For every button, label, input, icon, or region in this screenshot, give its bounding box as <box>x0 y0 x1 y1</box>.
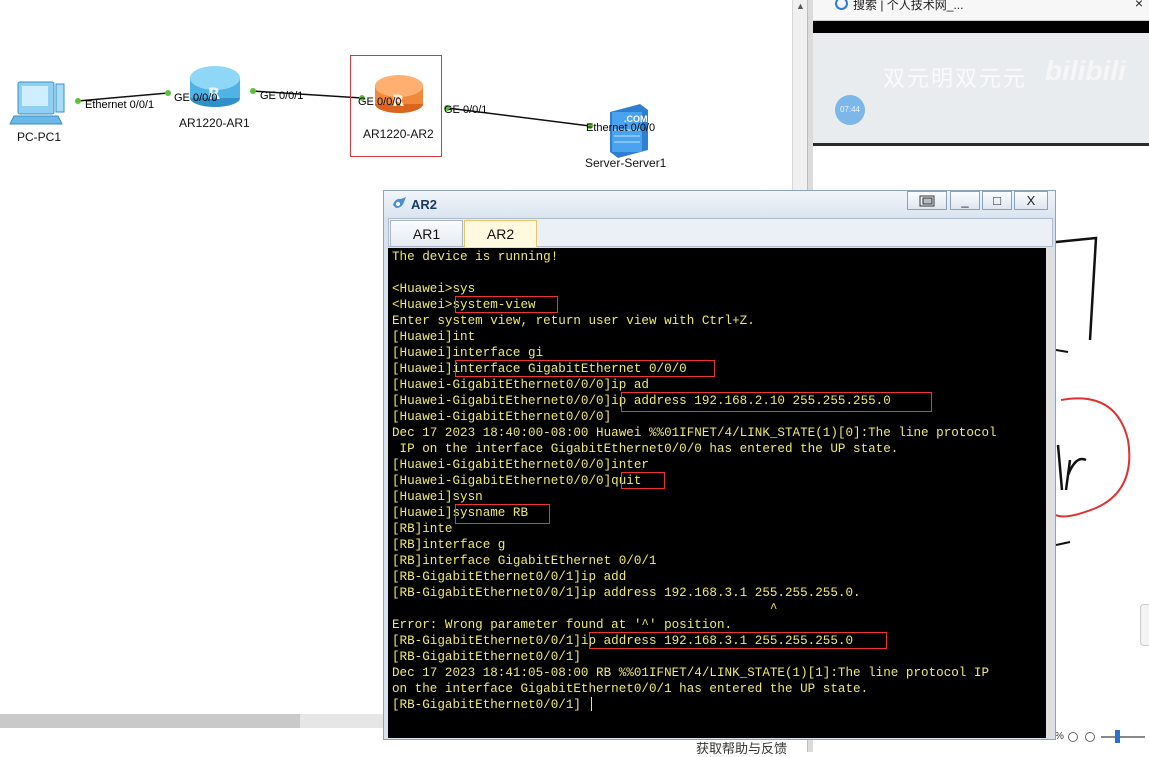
bottom-strip <box>0 728 384 752</box>
console-line: [Huawei-GigabitEthernet0/0/0]inter <box>392 458 649 472</box>
port-dot <box>75 98 81 104</box>
zoom-in-icon[interactable] <box>1085 732 1095 742</box>
node-label-server1[interactable]: Server-Server1 <box>585 156 666 170</box>
zoom-slider[interactable] <box>1101 736 1145 738</box>
console-line: <Huawei>sys <box>392 282 476 296</box>
console-line: on the interface GigabitEthernet0/0/1 ha… <box>392 682 869 696</box>
browser-tab-bar[interactable]: 搜索 | 个人技术网_... × <box>813 0 1149 21</box>
console-line: Dec 17 2023 18:41:05-08:00 RB %%01IFNET/… <box>392 666 990 680</box>
port-label-ar2-ge001: GE 0/0/1 <box>444 104 488 116</box>
close-button[interactable]: X <box>1014 191 1048 210</box>
restore-icon <box>919 195 935 207</box>
console-line: The device is running! <box>392 250 559 264</box>
zoom-controls: % <box>1055 727 1149 752</box>
console-line: Dec 17 2023 18:40:00-08:00 Huawei %%01IF… <box>392 426 997 440</box>
video-watermark: 双元明双元元 <box>883 67 1028 92</box>
console-line: [RB-GigabitEthernet0/0/1] <box>392 698 581 712</box>
highlight-system-view <box>455 296 558 313</box>
console-line: [Huawei-GigabitEthernet0/0/0] <box>392 410 612 424</box>
port-label-ar1-ge001: GE 0/0/1 <box>260 90 304 102</box>
console-line: [Huawei]interface gi <box>392 346 544 360</box>
tab-ar1[interactable]: AR1 <box>390 220 463 247</box>
help-feedback-link[interactable]: 获取帮助与反馈 <box>696 738 787 757</box>
video-frame[interactable]: 双元明双元元 bilibili 07:44 <box>813 33 1149 143</box>
terminal-titlebar[interactable]: AR2 _ □ X <box>384 191 1055 217</box>
restore-button[interactable] <box>907 191 947 210</box>
zoom-out-icon[interactable] <box>1068 732 1078 742</box>
topology-horizontal-scrollbar[interactable] <box>0 714 384 728</box>
console-line: [RB-GigabitEthernet0/0/1]ip address 192.… <box>392 586 861 600</box>
zoom-slider-knob[interactable] <box>1115 730 1120 743</box>
console-line: [Huawei]int <box>392 330 476 344</box>
console-line: [RB-GigabitEthernet0/0/1] <box>392 650 581 664</box>
minimize-button[interactable]: _ <box>950 191 980 210</box>
maximize-button[interactable]: □ <box>982 191 1012 210</box>
bilibili-logo: bilibili <box>1045 55 1126 86</box>
terminal-console[interactable]: The device is running! <Huawei>sys <Huawei… <box>388 248 1053 738</box>
video-time-badge: 07:44 <box>835 95 865 125</box>
console-line: [RB-GigabitEthernet0/0/1]ip add <box>392 570 627 584</box>
console-line: Enter system view, return user view with… <box>392 314 755 328</box>
node-label-ar1[interactable]: AR1220-AR1 <box>179 116 250 130</box>
console-line: [RB]inte <box>392 522 453 536</box>
highlight-interface-ge000 <box>455 360 715 377</box>
topology-vertical-scrollbar[interactable]: ▲ <box>792 0 808 190</box>
port-label-pc1-eth: Ethernet 0/0/1 <box>85 99 155 111</box>
close-icon[interactable]: × <box>1135 0 1143 11</box>
terminal-title: AR2 <box>411 197 438 212</box>
highlight-sysname <box>455 504 550 524</box>
handwritten-sketch <box>1056 236 1131 546</box>
video-top-band <box>813 21 1149 33</box>
terminal-cursor <box>591 697 592 711</box>
scroll-up-arrow-icon[interactable]: ▲ <box>796 1 805 11</box>
browser-icon <box>835 0 848 10</box>
terminal-scrollbar[interactable] <box>1046 248 1053 738</box>
tab-ar2[interactable]: AR2 <box>464 220 537 247</box>
console-line: ^ <box>392 602 778 616</box>
scrollbar-thumb[interactable] <box>0 714 300 728</box>
browser-tab-title[interactable]: 搜索 | 个人技术网_... <box>853 0 963 13</box>
console-line: Error: Wrong parameter found at '^' posi… <box>392 618 733 632</box>
port-dot <box>165 90 171 96</box>
video-divider <box>813 143 1149 146</box>
node-label-ar2[interactable]: AR1220-AR2 <box>363 127 434 141</box>
node-label-pc1[interactable]: PC-PC1 <box>17 130 61 144</box>
pc-icon[interactable] <box>9 81 65 125</box>
port-label-ar1-ge000: GE 0/0/0 <box>174 92 218 104</box>
console-line: [Huawei]sysn <box>392 490 483 504</box>
terminal-window[interactable]: AR2 _ □ X AR1 AR2 The device is running!… <box>383 190 1056 740</box>
console-line: IP on the interface GigabitEthernet0/0/0… <box>392 442 899 456</box>
zoom-percent: % <box>1055 731 1064 742</box>
terminal-app-icon <box>393 197 406 208</box>
side-tab-button[interactable] <box>1140 604 1149 646</box>
console-line: [Huawei-GigabitEthernet0/0/0]ip ad <box>392 378 649 392</box>
port-dot <box>250 88 256 94</box>
console-line: [Huawei-GigabitEthernet0/0/0]quit <box>392 474 642 488</box>
port-label-server-eth: Ethernet 0/0/0 <box>586 122 656 134</box>
console-line: [RB]interface GigabitEthernet 0/0/1 <box>392 554 657 568</box>
console-line: [RB]interface g <box>392 538 506 552</box>
port-label-ar2-ge000: GE 0/0/0 <box>358 96 402 108</box>
highlight-ip-address-2 <box>621 392 932 412</box>
highlight-quit <box>621 472 665 489</box>
terminal-tab-bar: AR1 AR2 <box>388 218 1053 247</box>
highlight-ip-address-3 <box>589 632 887 649</box>
